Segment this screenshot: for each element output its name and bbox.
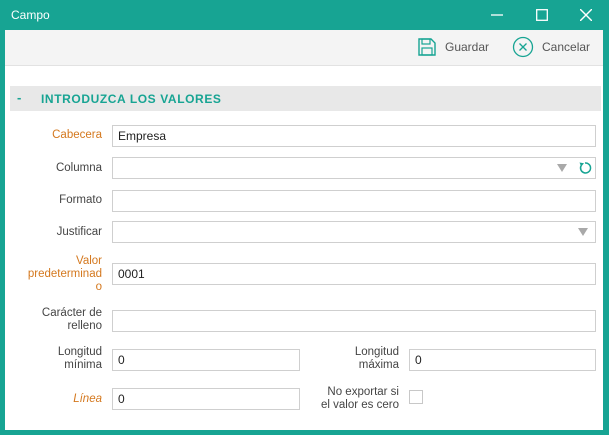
longitud-maxima-field[interactable]: 0 (409, 349, 596, 371)
minimize-button[interactable] (475, 0, 519, 30)
no-exportar-label: No exportar si el valor es cero (295, 386, 399, 412)
title-bar[interactable]: Campo (0, 0, 609, 30)
maximize-icon (536, 9, 548, 21)
caracter-relleno-label: Carácter de relleno (5, 307, 102, 333)
dialog-content: Guardar Cancelar - INTRODUZCA LOS VALORE… (5, 30, 603, 430)
longitud-maxima-label-line2: máxima (358, 359, 399, 371)
valor-predeterminado-label-line2: predeterminad (27, 268, 102, 280)
caracter-relleno-label-line1: Carácter de (41, 307, 102, 319)
columna-select[interactable] (112, 157, 596, 179)
linea-label: Línea (73, 393, 102, 405)
cabecera-label: Cabecera (52, 129, 102, 141)
close-button[interactable] (564, 0, 608, 30)
save-icon (418, 38, 436, 56)
section-title: INTRODUZCA LOS VALORES (41, 92, 222, 106)
section-header[interactable]: - INTRODUZCA LOS VALORES (10, 86, 601, 111)
refresh-icon[interactable] (578, 161, 592, 175)
no-exportar-checkbox[interactable] (409, 390, 423, 404)
longitud-maxima-label-line1: Longitud (354, 346, 399, 358)
longitud-minima-field[interactable]: 0 (112, 349, 300, 371)
dialog-window: Campo Guardar Cancelar - INTRODUZCA LOS … (0, 0, 609, 435)
cancel-button[interactable]: Cancelar (512, 36, 590, 58)
formato-field[interactable] (112, 190, 596, 212)
justificar-select[interactable] (112, 221, 596, 243)
save-button-label: Guardar (445, 40, 490, 54)
longitud-minima-label-line2: mínima (64, 359, 102, 371)
collapse-toggle[interactable]: - (17, 90, 21, 105)
columna-label: Columna (55, 162, 102, 174)
chevron-down-icon[interactable] (578, 228, 588, 236)
save-button[interactable]: Guardar (417, 36, 489, 58)
longitud-minima-label: Longitud mínima (5, 346, 102, 372)
caracter-relleno-field[interactable] (112, 310, 596, 332)
cancel-circle-icon (512, 36, 534, 58)
linea-field[interactable]: 0 (112, 388, 300, 410)
valor-predeterminado-label: Valor predeterminad o (5, 255, 102, 294)
valor-predeterminado-field[interactable]: 0001 (112, 263, 596, 285)
minimize-icon (491, 14, 503, 16)
cabecera-field[interactable]: Empresa (112, 125, 596, 147)
longitud-maxima-label: Longitud máxima (305, 346, 399, 372)
toolbar: Guardar Cancelar (5, 30, 603, 66)
valor-predeterminado-label-line1: Valor (76, 255, 102, 267)
chevron-down-icon[interactable] (557, 164, 567, 172)
no-exportar-label-line2: el valor es cero (321, 399, 399, 411)
formato-label: Formato (59, 194, 102, 206)
cancel-button-label: Cancelar (542, 40, 591, 54)
valor-predeterminado-label-line3: o (95, 281, 102, 293)
caracter-relleno-label-line2: relleno (67, 320, 102, 332)
window-title: Campo (11, 8, 50, 22)
maximize-button[interactable] (520, 0, 564, 30)
no-exportar-label-line1: No exportar si (327, 386, 399, 398)
longitud-minima-label-line1: Longitud (57, 346, 102, 358)
close-icon (580, 9, 592, 21)
justificar-label: Justificar (56, 226, 102, 238)
